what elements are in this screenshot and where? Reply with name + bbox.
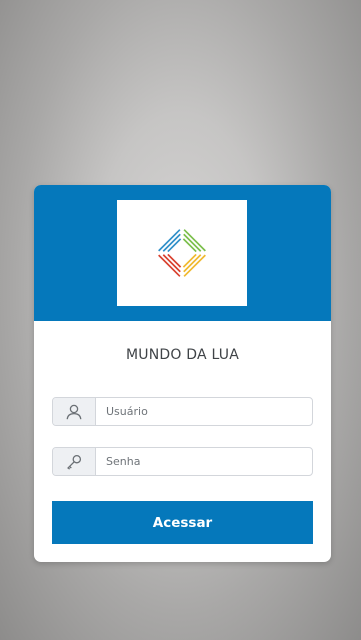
username-field (52, 397, 313, 426)
app-title: MUNDO DA LUA (126, 347, 239, 363)
password-field (52, 447, 313, 476)
logo-icon (158, 229, 206, 277)
login-card: MUNDO DA LUA Acessar (34, 185, 331, 562)
card-header (34, 185, 331, 321)
user-icon (53, 398, 96, 425)
password-input[interactable] (96, 448, 312, 475)
key-icon (53, 448, 96, 475)
username-input[interactable] (96, 398, 312, 425)
login-button[interactable]: Acessar (52, 501, 313, 544)
logo (117, 200, 247, 306)
